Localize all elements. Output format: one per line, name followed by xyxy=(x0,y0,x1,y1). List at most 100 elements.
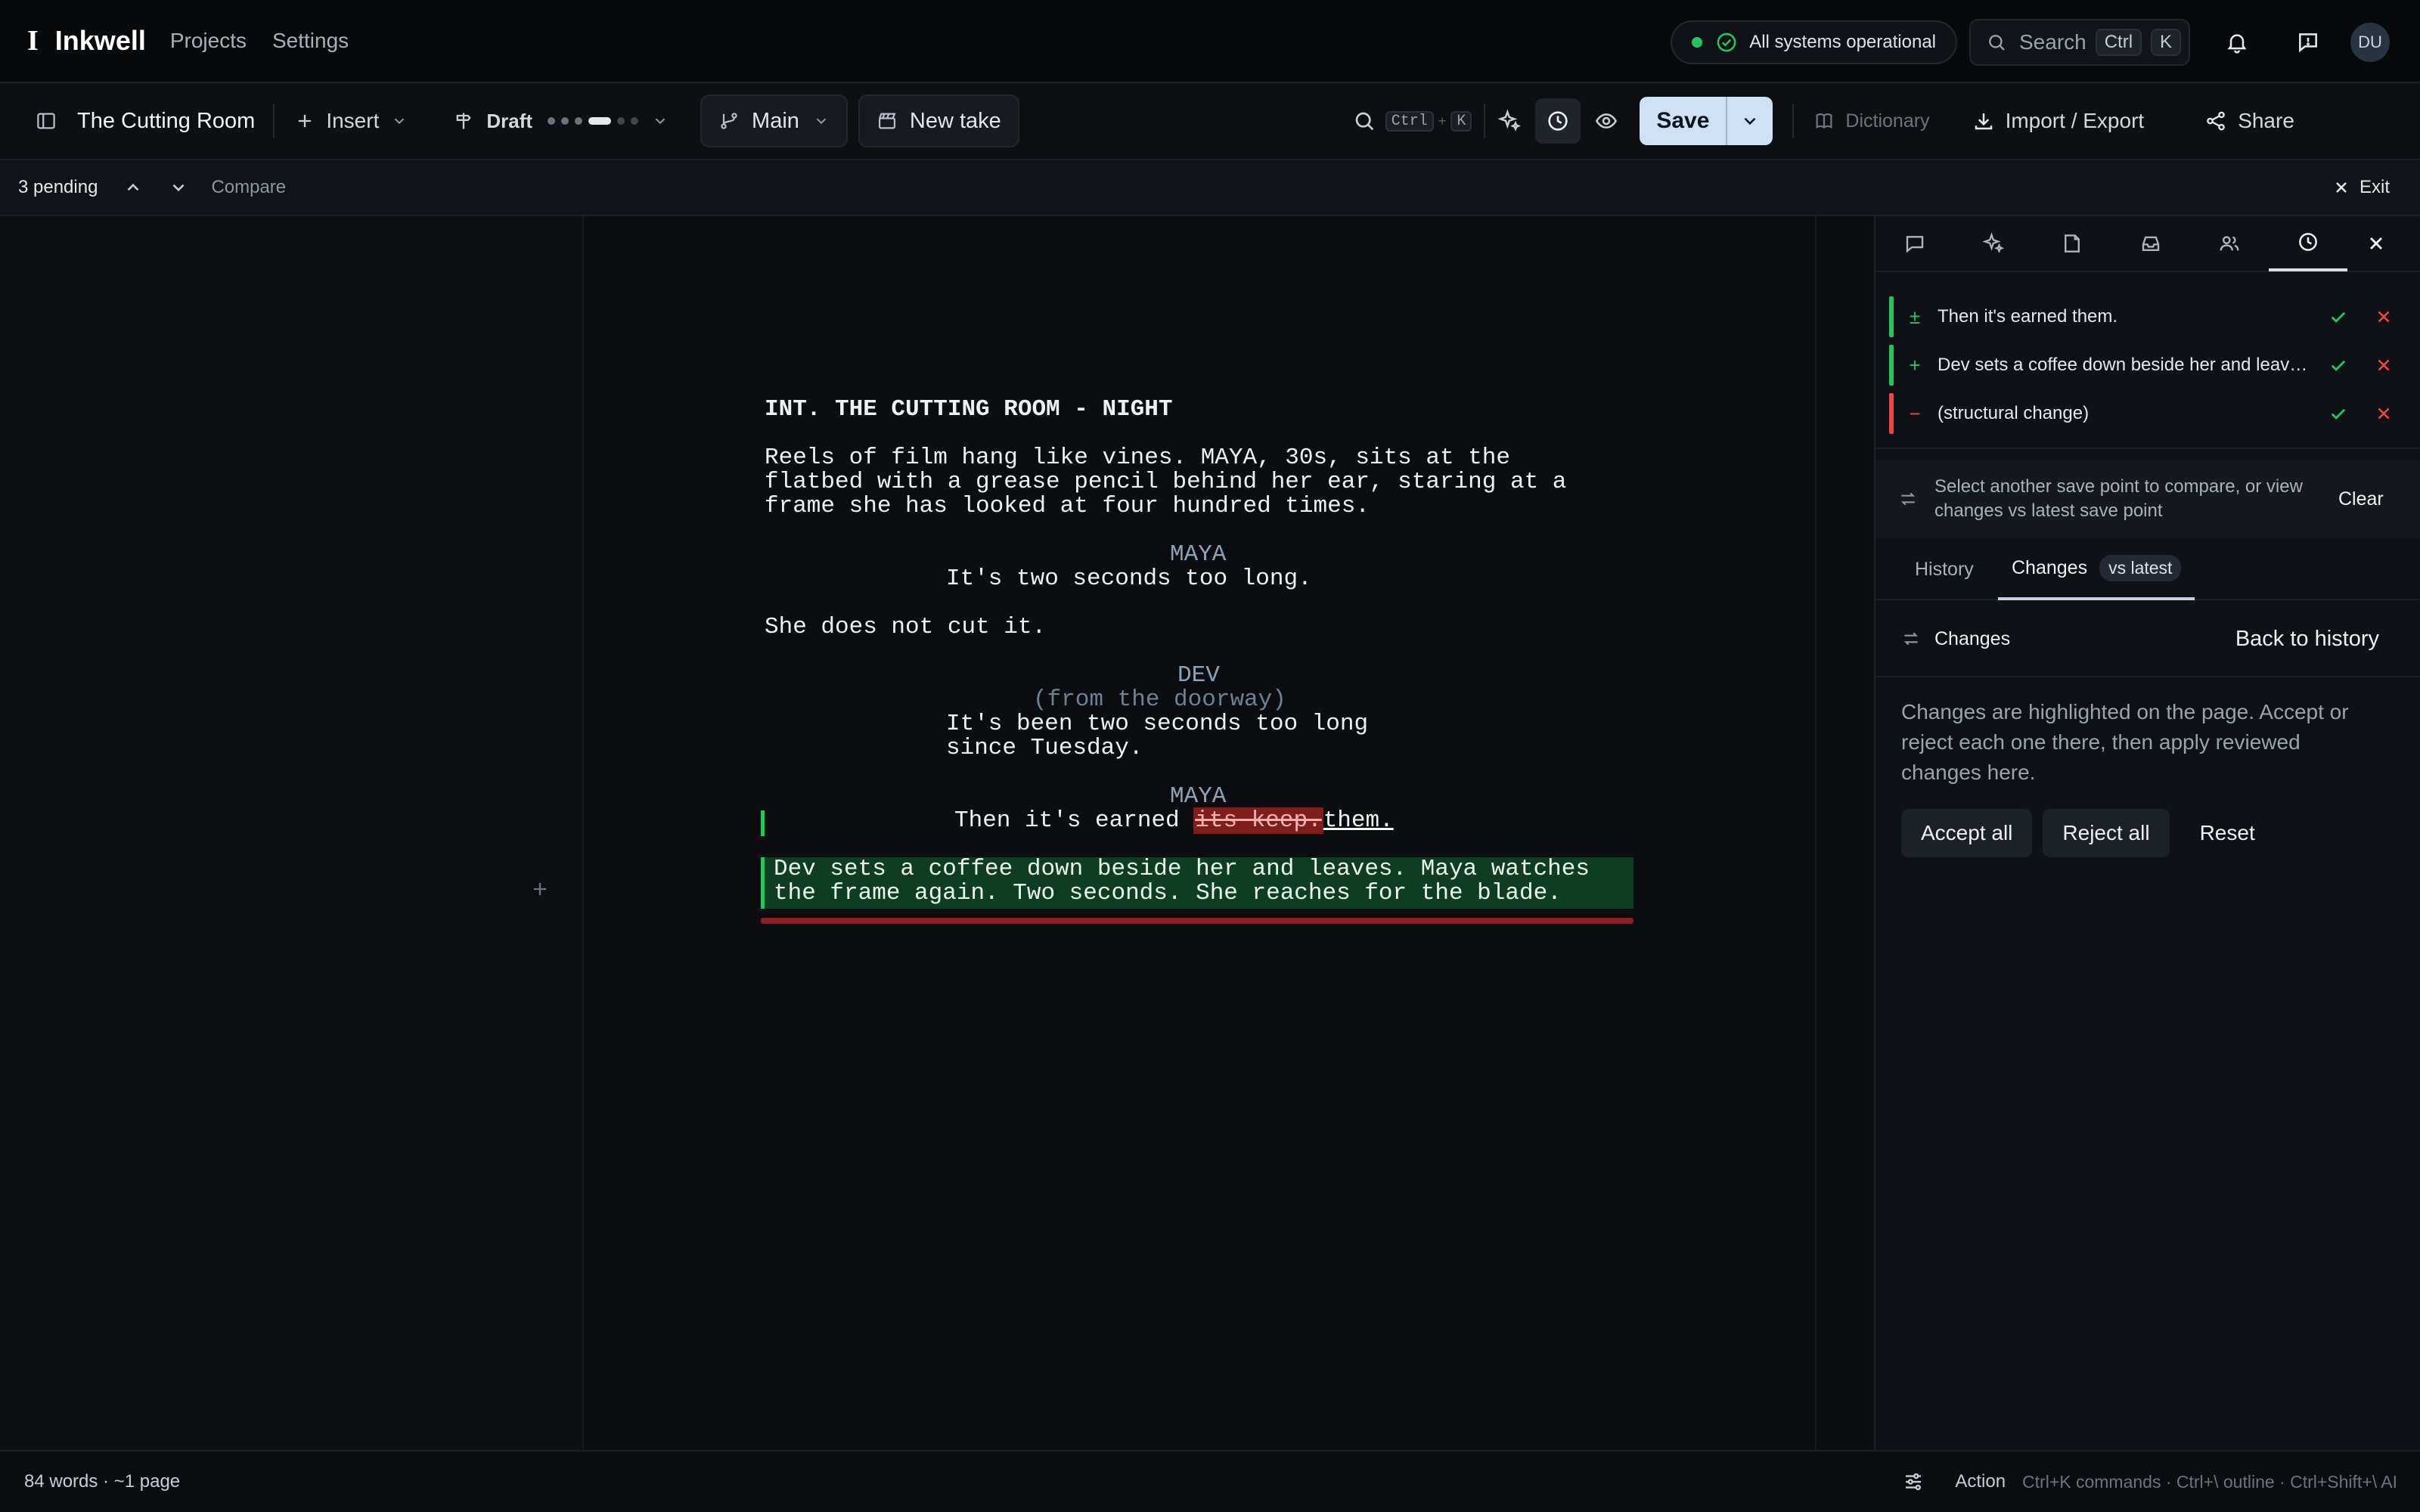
dialogue-text: Then it's earned xyxy=(954,807,1194,834)
dictionary-button[interactable]: Dictionary xyxy=(1813,110,1930,132)
reject-change-button[interactable] xyxy=(2361,355,2406,375)
user-avatar[interactable]: DU xyxy=(2350,23,2390,62)
nav-settings[interactable]: Settings xyxy=(272,29,349,53)
accept-change-button[interactable] xyxy=(2316,355,2361,376)
notifications-button[interactable] xyxy=(2213,18,2261,67)
scene-heading[interactable]: INT. THE CUTTING ROOM - NIGHT xyxy=(765,398,1173,422)
subtab-changes[interactable]: Changes vs latest xyxy=(1998,538,2195,600)
compare-hint-text: Select another save point to compare, or… xyxy=(1934,476,2303,521)
change-item[interactable]: − (structural change) xyxy=(1889,393,2411,434)
subtab-history[interactable]: History xyxy=(1915,538,1974,600)
dialogue-line-with-change[interactable]: Then it's earned its keep.them. xyxy=(954,807,1394,834)
accept-change-button[interactable] xyxy=(2316,306,2361,327)
dialogue-line[interactable]: It's been two seconds too long xyxy=(946,712,1368,736)
action-line[interactable]: She does not cut it. xyxy=(765,615,1046,640)
tab-notes[interactable] xyxy=(2033,215,2111,271)
history-subtabs: History Changes vs latest xyxy=(1876,538,2420,600)
exit-review-button[interactable]: Exit xyxy=(2332,177,2390,198)
review-panel: ± Then it's earned them. + Dev sets a co… xyxy=(1874,216,2420,1450)
branch-selector[interactable]: Main xyxy=(700,94,848,147)
global-search[interactable]: Search Ctrl K xyxy=(1969,19,2190,66)
deleted-text[interactable]: its keep. xyxy=(1193,807,1323,834)
reject-all-button[interactable]: Reject all xyxy=(2043,809,2170,857)
accept-all-button[interactable]: Accept all xyxy=(1901,809,2033,857)
change-text: (structural change) xyxy=(1938,403,2090,423)
book-icon xyxy=(1813,110,1835,132)
toolbar-divider xyxy=(273,104,275,138)
preview-button[interactable] xyxy=(1594,109,1618,133)
inserted-action-line[interactable]: the frame again. Two seconds. She reache… xyxy=(774,881,1562,906)
change-item[interactable]: ± Then it's earned them. xyxy=(1889,296,2411,337)
tab-ai[interactable] xyxy=(1954,215,2033,271)
change-item[interactable]: + Dev sets a coffee down beside her and … xyxy=(1889,345,2411,386)
action-line[interactable]: Reels of film hang like vines. MAYA, 30s… xyxy=(765,446,1510,470)
change-type-symbol: ± xyxy=(1909,305,1921,328)
import-export-button[interactable]: Import / Export xyxy=(1972,109,2144,133)
dialogue-line[interactable]: since Tuesday. xyxy=(946,736,1143,761)
inserted-text[interactable]: them. xyxy=(1323,807,1394,834)
character-name[interactable]: MAYA xyxy=(1170,785,1226,809)
share-button[interactable]: Share xyxy=(2204,109,2294,133)
swap-icon xyxy=(1901,629,1921,649)
brand[interactable]: I Inkwell xyxy=(27,24,146,57)
tab-inbox[interactable] xyxy=(2111,215,2190,271)
toggle-sidebar-button[interactable] xyxy=(35,110,57,132)
change-text: Dev sets a coffee down beside her and le… xyxy=(1938,355,2316,375)
insert-label: Insert xyxy=(326,109,380,132)
change-color-bar xyxy=(1889,345,1894,386)
document-title[interactable]: The Cutting Room xyxy=(77,109,255,134)
check-icon xyxy=(2331,360,2346,371)
previous-change-button[interactable] xyxy=(123,178,143,197)
structural-deletion-marker[interactable] xyxy=(761,918,1634,924)
clear-compare-button[interactable]: Clear xyxy=(2338,488,2384,510)
save-options-button[interactable] xyxy=(1727,97,1773,145)
reset-button[interactable]: Reset xyxy=(2180,809,2275,857)
compare-link[interactable]: Compare xyxy=(211,177,286,198)
vs-latest-badge: vs latest xyxy=(2099,554,2182,581)
top-bar: I Inkwell Projects Settings All systems … xyxy=(0,0,2420,83)
system-status-badge[interactable]: All systems operational xyxy=(1671,20,1957,64)
new-take-button[interactable]: New take xyxy=(858,94,1019,147)
reject-change-button[interactable] xyxy=(2361,307,2406,327)
share-label: Share xyxy=(2238,109,2294,132)
toolbar-divider xyxy=(1792,104,1795,138)
character-name[interactable]: DEV xyxy=(1177,664,1220,688)
change-type-symbol: + xyxy=(1909,353,1921,376)
accept-change-button[interactable] xyxy=(2316,403,2361,424)
next-change-button[interactable] xyxy=(169,178,188,197)
reject-change-button[interactable] xyxy=(2361,404,2406,423)
parenthetical[interactable]: (from the doorway) xyxy=(1033,688,1286,712)
find-button[interactable]: Ctrl + K xyxy=(1352,109,1472,133)
tab-collaborators[interactable] xyxy=(2190,215,2269,271)
dialogue-line[interactable]: It's two seconds too long. xyxy=(946,567,1312,591)
chevron-down-icon xyxy=(173,184,185,192)
check-icon xyxy=(2331,408,2346,420)
action-label[interactable]: Action xyxy=(1955,1471,2006,1492)
close-panel-button[interactable] xyxy=(2347,215,2405,271)
chevron-down-icon xyxy=(652,113,669,129)
history-toggle-button[interactable] xyxy=(1535,98,1581,144)
tab-comments[interactable] xyxy=(1876,215,1954,271)
nav-projects[interactable]: Projects xyxy=(170,29,247,53)
add-block-button[interactable] xyxy=(529,878,551,900)
draft-status-button[interactable]: Draft xyxy=(453,110,669,133)
find-shortcut-plus: + xyxy=(1438,113,1447,129)
plus-icon xyxy=(533,882,547,896)
share-icon xyxy=(2204,110,2227,132)
ai-assist-button[interactable] xyxy=(1497,109,1522,133)
download-icon xyxy=(1972,110,1995,132)
inserted-action-line[interactable]: Dev sets a coffee down beside her and le… xyxy=(774,857,1590,881)
back-to-history-button[interactable]: Back to history xyxy=(2235,627,2379,652)
feedback-button[interactable] xyxy=(2284,18,2332,67)
action-line[interactable]: flatbed with a grease pencil behind her … xyxy=(765,470,1566,494)
sliders-icon[interactable] xyxy=(1902,1470,1925,1493)
character-name[interactable]: MAYA xyxy=(1170,543,1226,567)
status-bar: 84 words · ~1 page Action Ctrl+K command… xyxy=(0,1450,2420,1512)
search-icon xyxy=(1986,32,2007,53)
save-button[interactable]: Save xyxy=(1640,97,1728,145)
insert-menu-button[interactable]: Insert xyxy=(294,109,408,133)
search-shortcut-ctrl: Ctrl xyxy=(2095,29,2142,56)
action-line[interactable]: frame she has looked at four hundred tim… xyxy=(765,494,1370,519)
close-icon xyxy=(2378,407,2390,420)
tab-history[interactable] xyxy=(2269,215,2347,271)
